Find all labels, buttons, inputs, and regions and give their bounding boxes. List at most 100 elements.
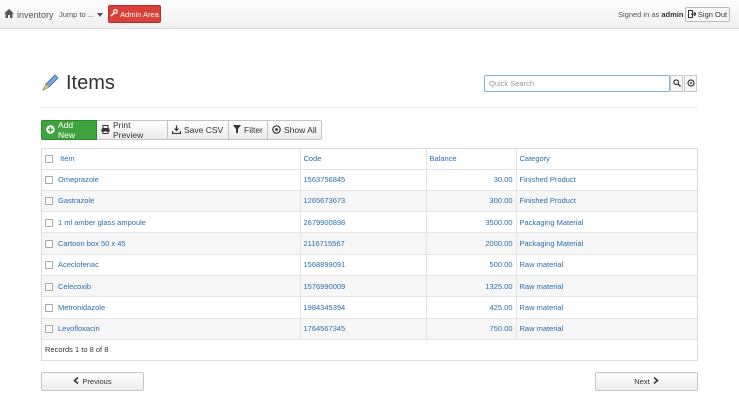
row-checkbox[interactable] xyxy=(45,261,53,270)
brand-label: inventory xyxy=(17,9,54,20)
top-navbar: inventory Jump to ... Admin Area Signed … xyxy=(0,0,739,29)
home-icon xyxy=(4,9,14,20)
row-checkbox[interactable] xyxy=(45,197,53,206)
print-icon xyxy=(101,124,110,136)
category-link[interactable]: Packaging Material xyxy=(516,232,697,255)
category-link[interactable]: Raw material xyxy=(516,254,697,276)
header-divider xyxy=(40,107,698,108)
plus-circle-icon xyxy=(46,124,55,136)
signed-in-text: Signed in as admin xyxy=(618,10,683,19)
page-title: Items xyxy=(66,72,115,94)
items-table: Item Code Balance Category Omeprazole 15… xyxy=(41,148,698,361)
filter-label: Filter xyxy=(244,125,263,135)
column-header-balance[interactable]: Balance xyxy=(426,149,517,170)
row-checkbox[interactable] xyxy=(45,282,53,291)
search-button[interactable] xyxy=(670,75,683,92)
brand-link[interactable]: inventory xyxy=(4,9,54,20)
code-link[interactable]: 1984345394 xyxy=(300,296,427,319)
code-link[interactable]: 1764567345 xyxy=(300,318,427,340)
category-link[interactable]: Finished Product xyxy=(516,169,697,191)
category-link[interactable]: Raw material xyxy=(516,275,697,298)
chevron-right-icon xyxy=(653,376,659,386)
balance-value[interactable]: 3500.00 xyxy=(426,211,517,234)
admin-area-button[interactable]: Admin Area xyxy=(108,5,161,23)
item-link[interactable]: 1 ml amber glass ampoule xyxy=(58,218,146,227)
item-link[interactable]: Levofloxacin xyxy=(58,324,100,333)
search-options-button[interactable] xyxy=(684,75,697,92)
wrench-icon xyxy=(110,9,119,19)
sign-out-label: Sign Out xyxy=(697,10,728,19)
row-checkbox[interactable] xyxy=(45,303,53,312)
signed-in-prefix: Signed in as xyxy=(618,10,660,19)
search-icon xyxy=(672,78,681,89)
toolbar: Add New Print Preview Save CSV Filter Sh… xyxy=(41,120,322,140)
table-row: Metronidazole 1984345394 425.00 Raw mate… xyxy=(42,296,697,319)
table-row: Gastrazole 1265673673 300.00 Finished Pr… xyxy=(42,190,697,213)
save-csv-button[interactable]: Save CSV xyxy=(168,120,229,140)
item-link[interactable]: Cartoon box 50 x 45 xyxy=(58,239,126,248)
sign-out-button[interactable]: Sign Out xyxy=(685,7,730,22)
filter-icon xyxy=(233,124,241,136)
table-header-row: Item Code Balance Category xyxy=(42,149,697,170)
balance-value[interactable]: 750.00 xyxy=(426,318,517,340)
chevron-left-icon xyxy=(73,376,79,386)
balance-value[interactable]: 2000.00 xyxy=(426,232,517,255)
add-new-label: Add New xyxy=(58,120,76,140)
quick-search-input[interactable] xyxy=(484,75,670,92)
table-row: Celecoxib 1576990009 1325.00 Raw materia… xyxy=(42,275,697,298)
item-link[interactable]: Aceclofenac xyxy=(58,260,99,269)
select-all-checkbox[interactable] xyxy=(45,155,53,164)
row-checkbox[interactable] xyxy=(45,176,53,185)
balance-value[interactable]: 425.00 xyxy=(426,296,517,319)
table-row: Cartoon box 50 x 45 2116715567 2000.00 P… xyxy=(42,232,697,255)
item-link[interactable]: Celecoxib xyxy=(58,282,91,291)
show-all-label: Show All xyxy=(284,125,317,135)
category-link[interactable]: Raw material xyxy=(516,318,697,340)
row-checkbox[interactable] xyxy=(45,325,53,334)
print-preview-button[interactable]: Print Preview xyxy=(97,120,168,140)
pen-icon xyxy=(40,73,60,95)
jump-to-label: Jump to ... xyxy=(59,10,95,19)
code-link[interactable]: 2679900898 xyxy=(300,211,427,234)
item-link[interactable]: Metronidazole xyxy=(58,303,105,312)
code-link[interactable]: 1265673673 xyxy=(300,190,427,213)
gear-icon xyxy=(686,78,695,89)
column-header-category[interactable]: Category xyxy=(516,149,697,170)
code-link[interactable]: 2116715567 xyxy=(300,232,427,255)
table-row: Levofloxacin 1764567345 750.00 Raw mater… xyxy=(42,318,697,340)
next-button[interactable]: Next xyxy=(595,372,698,391)
code-link[interactable]: 1568899091 xyxy=(300,254,427,276)
page-header: Items xyxy=(40,72,115,95)
download-icon xyxy=(171,125,182,136)
print-preview-label: Print Preview xyxy=(113,120,144,140)
previous-button[interactable]: Previous xyxy=(41,372,144,391)
row-checkbox[interactable] xyxy=(45,218,53,227)
balance-value[interactable]: 30.00 xyxy=(426,169,517,191)
filter-button[interactable]: Filter xyxy=(229,120,268,140)
remove-circle-icon xyxy=(272,124,281,136)
show-all-button[interactable]: Show All xyxy=(268,120,322,140)
add-new-button[interactable]: Add New xyxy=(41,120,97,140)
column-header-code[interactable]: Code xyxy=(300,149,427,170)
item-link[interactable]: Gastrazole xyxy=(58,196,94,205)
code-link[interactable]: 1563756845 xyxy=(300,169,427,191)
column-header-item[interactable]: Item xyxy=(42,149,301,170)
caret-down-icon xyxy=(97,10,104,19)
category-link[interactable]: Finished Product xyxy=(516,190,697,213)
table-row: Aceclofenac 1568899091 500.00 Raw materi… xyxy=(42,254,697,276)
previous-label: Previous xyxy=(82,377,112,386)
column-label: Item xyxy=(60,154,75,164)
table-row: Omeprazole 1563756845 30.00 Finished Pro… xyxy=(42,169,697,191)
item-link[interactable]: Omeprazole xyxy=(58,175,99,184)
balance-value[interactable]: 500.00 xyxy=(426,254,517,276)
next-label: Next xyxy=(634,377,650,386)
balance-value[interactable]: 300.00 xyxy=(426,190,517,213)
category-link[interactable]: Packaging Material xyxy=(516,211,697,234)
row-checkbox[interactable] xyxy=(45,240,53,249)
admin-area-label: Admin Area xyxy=(120,9,159,19)
signed-in-user: admin xyxy=(661,10,684,19)
balance-value[interactable]: 1325.00 xyxy=(426,275,517,298)
jump-to-dropdown[interactable]: Jump to ... xyxy=(59,10,104,19)
category-link[interactable]: Raw material xyxy=(516,296,697,319)
code-link[interactable]: 1576990009 xyxy=(300,275,427,298)
